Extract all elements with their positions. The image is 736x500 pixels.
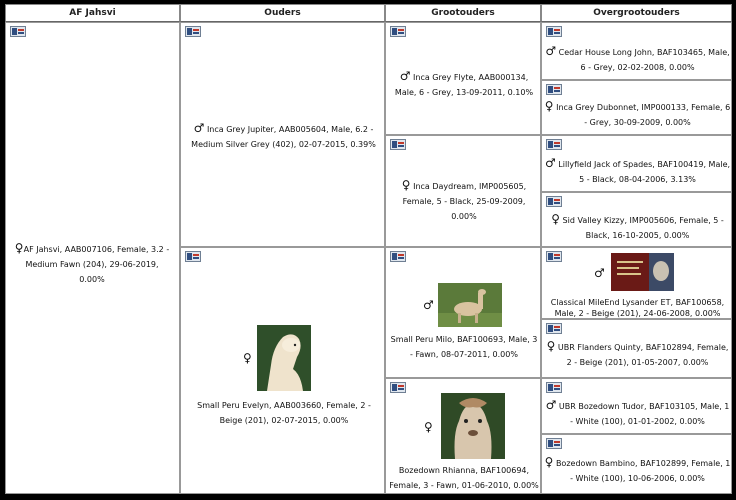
alpaca-photo[interactable] <box>438 283 502 327</box>
great-grandparent-entry[interactable]: ♂ UBR Bozedown Tudor, BAF103105, Male, 1… <box>544 398 731 429</box>
granddam-symbol: ♀ <box>424 416 433 435</box>
header-great-grandparents: Overgrootouders <box>541 4 732 22</box>
grandparent-entry[interactable]: ♂ Inca Grey Flyte, AAB000134, Male, 6 - … <box>389 69 539 100</box>
subject-text: AF Jahsvi, AAB007106, Female, 3.2 - Medi… <box>23 245 170 284</box>
male-icon: ♂ <box>545 44 557 58</box>
id-card-icon[interactable] <box>546 323 562 334</box>
great-grandparent-cell: ♂ Classical MileEnd Lysander ET, BAF1006… <box>541 247 732 319</box>
female-icon: ♀ <box>544 455 554 469</box>
id-card-icon[interactable] <box>546 382 562 393</box>
great-grandparent-cell: ♀ Bozedown Bambino, BAF102899, Female, 1… <box>541 434 732 494</box>
id-card-icon[interactable] <box>546 26 562 37</box>
id-card-icon[interactable] <box>185 26 201 37</box>
header-subject: AF Jahsvi <box>5 4 180 22</box>
great-grandparent-text: UBR Flanders Quinty, BAF102894, Female, … <box>557 343 729 367</box>
id-card-icon[interactable] <box>546 139 562 150</box>
alpaca-photo-image <box>257 325 311 391</box>
great-grandparent-text: Inca Grey Dubonnet, IMP000133, Female, 6… <box>556 103 731 127</box>
sire-text: Inca Grey Jupiter, AAB005604, Male, 6.2 … <box>191 125 376 149</box>
id-card-icon[interactable] <box>185 251 201 262</box>
great-grandparent-cell: ♀ UBR Flanders Quinty, BAF102894, Female… <box>541 319 732 378</box>
id-card-icon[interactable] <box>390 139 406 150</box>
id-card-icon[interactable] <box>546 84 562 95</box>
female-icon: ♀ <box>424 420 433 434</box>
id-card-icon[interactable] <box>546 251 562 262</box>
female-icon: ♀ <box>551 212 560 226</box>
great-grandparent-text: UBR Bozedown Tudor, BAF103105, Male, 1 -… <box>558 402 730 426</box>
great-grandparent-text[interactable]: Classical MileEnd Lysander ET, BAF100658… <box>544 297 731 319</box>
male-icon: ♂ <box>423 298 434 312</box>
great-grandparent-entry[interactable]: ♀ Bozedown Bambino, BAF102899, Female, 1… <box>544 455 731 486</box>
granddam-sire-cell: ♀ Inca Daydream, IMP005605, Female, 5 - … <box>385 135 541 247</box>
great-grandparent-cell: ♂ UBR Bozedown Tudor, BAF103105, Male, 1… <box>541 378 732 434</box>
alpaca-photo-image <box>438 283 502 327</box>
great-grandparent-entry[interactable]: ♀ Inca Grey Dubonnet, IMP000133, Female,… <box>544 99 731 130</box>
great-grandparent-entry[interactable]: ♂ Cedar House Long John, BAF103465, Male… <box>544 44 731 75</box>
id-card-icon[interactable] <box>390 251 406 262</box>
great-grandparent-text: Bozedown Bambino, BAF102899, Female, 1 -… <box>555 459 731 483</box>
granddam-dam-cell: ♀ Bozedown Rhianna, BAF100694, Female, 3… <box>385 378 541 494</box>
great-grandparent-entry[interactable]: ♂ Lillyfield Jack of Spades, BAF100419, … <box>544 156 731 187</box>
great-grandparent-text: Lillyfield Jack of Spades, BAF100419, Ma… <box>558 160 731 184</box>
dam-symbol: ♀ <box>243 347 252 366</box>
female-icon: ♀ <box>401 178 411 192</box>
id-card-icon[interactable] <box>10 26 26 37</box>
subject-entry[interactable]: ♀AF Jahsvi, AAB007106, Female, 3.2 - Med… <box>12 241 172 287</box>
female-icon: ♀ <box>14 241 24 255</box>
grandparent-text: Inca Grey Flyte, AAB000134, Male, 6 - Gr… <box>394 73 534 97</box>
male-icon: ♂ <box>399 69 411 83</box>
female-icon: ♀ <box>243 351 252 365</box>
grandsire-dam-cell: ♂ Small Peru Milo, BAF100693, Male, 3 - … <box>385 247 541 378</box>
alpaca-photo[interactable] <box>441 393 505 459</box>
id-card-icon[interactable] <box>546 196 562 207</box>
grandparent-text[interactable]: Bozedown Rhianna, BAF100694, Female, 3 -… <box>389 463 539 493</box>
great-grandparent-cell: ♂ Cedar House Long John, BAF103465, Male… <box>541 22 732 80</box>
grandparent-text: Inca Daydream, IMP005605, Female, 5 - Bl… <box>402 182 527 221</box>
male-icon: ♂ <box>545 398 557 412</box>
id-card-icon[interactable] <box>390 26 406 37</box>
female-icon: ♀ <box>546 339 556 353</box>
male-icon: ♂ <box>544 156 556 170</box>
alpaca-photo-image <box>611 253 674 291</box>
great-grandparent-entry[interactable]: ♀ UBR Flanders Quinty, BAF102894, Female… <box>544 339 731 370</box>
subject-cell: ♀AF Jahsvi, AAB007106, Female, 3.2 - Med… <box>5 22 180 494</box>
grandparent-text[interactable]: Small Peru Milo, BAF100693, Male, 3 - Fa… <box>389 332 539 362</box>
alpaca-photo-image <box>441 393 505 459</box>
sire-entry[interactable]: ♂ Inca Grey Jupiter, AAB005604, Male, 6.… <box>191 121 376 152</box>
great-grandparent-cell: ♂ Lillyfield Jack of Spades, BAF100419, … <box>541 135 732 192</box>
id-card-icon[interactable] <box>390 382 406 393</box>
great-grandsire-symbol: ♂ <box>594 262 605 281</box>
dam-text[interactable]: Small Peru Evelyn, AAB003660, Female, 2 … <box>189 398 379 428</box>
header-parents: Ouders <box>180 4 385 22</box>
male-icon: ♂ <box>193 121 205 135</box>
dam-cell: ♀ Small Peru Evelyn, AAB003660, Female, … <box>180 247 385 494</box>
alpaca-photo[interactable] <box>611 253 674 291</box>
grandparent-entry[interactable]: ♀ Inca Daydream, IMP005605, Female, 5 - … <box>389 178 539 224</box>
great-grandparent-cell: ♀ Sid Valley Kizzy, IMP005606, Female, 5… <box>541 192 732 247</box>
great-grandparent-cell: ♀ Inca Grey Dubonnet, IMP000133, Female,… <box>541 80 732 135</box>
header-grandparents: Grootouders <box>385 4 541 22</box>
id-card-icon[interactable] <box>546 438 562 449</box>
grandsire-sire-cell: ♂ Inca Grey Flyte, AAB000134, Male, 6 - … <box>385 22 541 135</box>
great-grandparent-text: Sid Valley Kizzy, IMP005606, Female, 5 -… <box>562 216 724 240</box>
male-icon: ♂ <box>594 266 605 280</box>
female-icon: ♀ <box>544 99 554 113</box>
grandsire-symbol: ♂ <box>423 294 434 313</box>
sire-cell: ♂ Inca Grey Jupiter, AAB005604, Male, 6.… <box>180 22 385 247</box>
pedigree-sheet: AF Jahsvi Ouders Grootouders Overgrootou… <box>5 4 732 494</box>
great-grandparent-text: Cedar House Long John, BAF103465, Male, … <box>558 48 730 72</box>
great-grandparent-entry[interactable]: ♀ Sid Valley Kizzy, IMP005606, Female, 5… <box>544 212 731 243</box>
alpaca-photo[interactable] <box>257 325 311 391</box>
